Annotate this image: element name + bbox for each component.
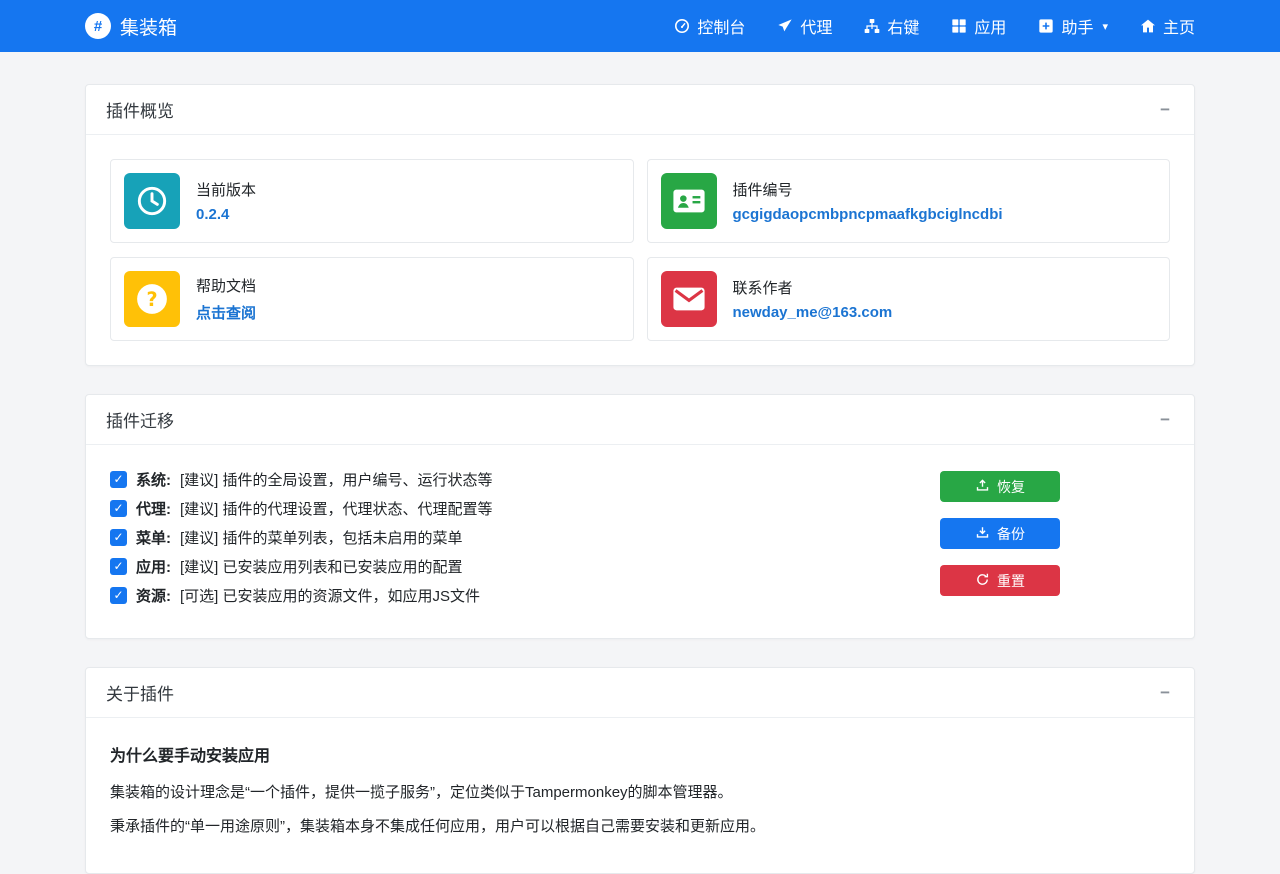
overview-title: 插件概览 (106, 97, 174, 122)
sitemap-icon (864, 18, 880, 34)
id-card-icon (661, 173, 717, 229)
migration-option-resources: ✓ 资源: [可选] 已安装应用的资源文件，如应用JS文件 (110, 585, 493, 605)
nav-item-label: 助手 (1061, 14, 1093, 38)
download-icon (975, 525, 990, 543)
contact-author-label: 联系作者 (733, 277, 893, 298)
help-doc-card: ? 帮助文档 点击查阅 (110, 257, 634, 341)
nav-item-assistant[interactable]: 助手 ▾ (1038, 14, 1108, 38)
about-title: 关于插件 (106, 680, 174, 705)
recycle-icon (975, 572, 990, 590)
option-name: 代理: (136, 498, 171, 519)
nav-item-label: 主页 (1163, 14, 1195, 38)
home-icon (1140, 18, 1156, 34)
about-heading: 为什么要手动安装应用 (110, 742, 1170, 766)
caret-down-icon: ▾ (1102, 20, 1108, 33)
restore-button-label: 恢复 (997, 477, 1025, 497)
option-desc: [建议] 已安装应用列表和已安装应用的配置 (180, 556, 463, 577)
envelope-icon (661, 271, 717, 327)
migration-option-proxy: ✓ 代理: [建议] 插件的代理设置，代理状态、代理配置等 (110, 498, 493, 518)
plus-square-icon (1038, 18, 1054, 34)
nav-item-label: 应用 (974, 14, 1006, 38)
restore-button[interactable]: 恢复 (940, 471, 1060, 502)
option-name: 应用: (136, 556, 171, 577)
nav-item-context-menu[interactable]: 右键 (864, 14, 919, 38)
nav-item-label: 控制台 (697, 14, 745, 38)
option-desc: [可选] 已安装应用的资源文件，如应用JS文件 (180, 585, 480, 606)
resources-checkbox[interactable]: ✓ (110, 587, 127, 604)
option-desc: [建议] 插件的代理设置，代理状态、代理配置等 (180, 498, 493, 519)
backup-button-label: 备份 (997, 524, 1025, 544)
migration-options: ✓ 系统: [建议] 插件的全局设置，用户编号、运行状态等 ✓ 代理: [建议]… (110, 469, 493, 614)
nav-menu: 控制台 代理 右键 应用 (674, 14, 1195, 38)
clock-icon (124, 173, 180, 229)
reset-button[interactable]: 重置 (940, 565, 1060, 596)
migration-card: 插件迁移 − ✓ 系统: [建议] 插件的全局设置，用户编号、运行状态等 ✓ 代… (85, 394, 1195, 639)
apps-checkbox[interactable]: ✓ (110, 558, 127, 575)
upload-icon (975, 478, 990, 496)
nav-item-label: 代理 (800, 14, 832, 38)
version-label: 当前版本 (196, 179, 256, 200)
contact-author-email-link[interactable]: newday_me@163.com (733, 304, 893, 321)
collapse-about-button[interactable]: − (1156, 682, 1174, 703)
migration-card-header: 插件迁移 − (86, 395, 1194, 445)
option-desc: [建议] 插件的全局设置，用户编号、运行状态等 (180, 469, 493, 490)
system-checkbox[interactable]: ✓ (110, 471, 127, 488)
version-card: 当前版本 0.2.4 (110, 159, 634, 243)
about-body: 为什么要手动安装应用 集装箱的设计理念是“一个插件，提供一揽子服务”，定位类似于… (86, 718, 1194, 873)
nav-item-proxy[interactable]: 代理 (777, 14, 832, 38)
dashboard-icon (674, 18, 690, 34)
nav-item-console[interactable]: 控制台 (674, 14, 745, 38)
migration-body: ✓ 系统: [建议] 插件的全局设置，用户编号、运行状态等 ✓ 代理: [建议]… (86, 445, 1194, 638)
migration-title: 插件迁移 (106, 407, 174, 432)
overview-grid: 当前版本 0.2.4 插件编号 gcgigdaopcmbpncpmaafkgbc… (86, 135, 1194, 365)
about-paragraph: 集装箱的设计理念是“一个插件，提供一揽子服务”，定位类似于Tampermonke… (110, 780, 1170, 806)
migration-option-system: ✓ 系统: [建议] 插件的全局设置，用户编号、运行状态等 (110, 469, 493, 489)
option-name: 菜单: (136, 527, 171, 548)
question-circle-icon: ? (124, 271, 180, 327)
migration-option-menu: ✓ 菜单: [建议] 插件的菜单列表，包括未启用的菜单 (110, 527, 493, 547)
option-desc: [建议] 插件的菜单列表，包括未启用的菜单 (180, 527, 463, 548)
paper-plane-icon (777, 18, 793, 34)
nav-item-apps[interactable]: 应用 (951, 14, 1006, 38)
plugin-id-card: 插件编号 gcgigdaopcmbpncpmaafkgbciglncdbi (647, 159, 1171, 243)
collapse-overview-button[interactable]: − (1156, 99, 1174, 120)
about-card-header: 关于插件 − (86, 668, 1194, 718)
option-name: 资源: (136, 585, 171, 606)
migration-actions: 恢复 备份 重置 (940, 469, 1170, 596)
overview-card-header: 插件概览 − (86, 85, 1194, 135)
about-card: 关于插件 − 为什么要手动安装应用 集装箱的设计理念是“一个插件，提供一揽子服务… (85, 667, 1195, 874)
plugin-id-label: 插件编号 (733, 179, 1003, 200)
overview-card: 插件概览 − 当前版本 0.2.4 插件编号 gcgigdaopcmbp (85, 84, 1195, 366)
main-content: 插件概览 − 当前版本 0.2.4 插件编号 gcgigdaopcmbp (85, 52, 1195, 874)
nav-item-home[interactable]: 主页 (1140, 14, 1195, 38)
hash-badge-icon: # (85, 13, 111, 39)
brand[interactable]: # 集装箱 (85, 13, 177, 40)
version-value: 0.2.4 (196, 206, 229, 223)
help-doc-link[interactable]: 点击查阅 (196, 302, 256, 323)
migration-option-apps: ✓ 应用: [建议] 已安装应用列表和已安装应用的配置 (110, 556, 493, 576)
grid-icon (951, 18, 967, 34)
plugin-id-value: gcgigdaopcmbpncpmaafkgbciglncdbi (733, 206, 1003, 223)
menu-checkbox[interactable]: ✓ (110, 529, 127, 546)
help-doc-label: 帮助文档 (196, 275, 256, 296)
top-navbar: # 集装箱 控制台 代理 右键 (0, 0, 1280, 52)
reset-button-label: 重置 (997, 571, 1025, 591)
about-paragraph: 秉承插件的“单一用途原则”，集装箱本身不集成任何应用，用户可以根据自己需要安装和… (110, 814, 1170, 840)
option-name: 系统: (136, 469, 171, 490)
backup-button[interactable]: 备份 (940, 518, 1060, 549)
brand-label: 集装箱 (120, 13, 177, 40)
collapse-migration-button[interactable]: − (1156, 409, 1174, 430)
svg-text:?: ? (146, 288, 157, 311)
proxy-checkbox[interactable]: ✓ (110, 500, 127, 517)
nav-item-label: 右键 (887, 14, 919, 38)
contact-author-card: 联系作者 newday_me@163.com (647, 257, 1171, 341)
